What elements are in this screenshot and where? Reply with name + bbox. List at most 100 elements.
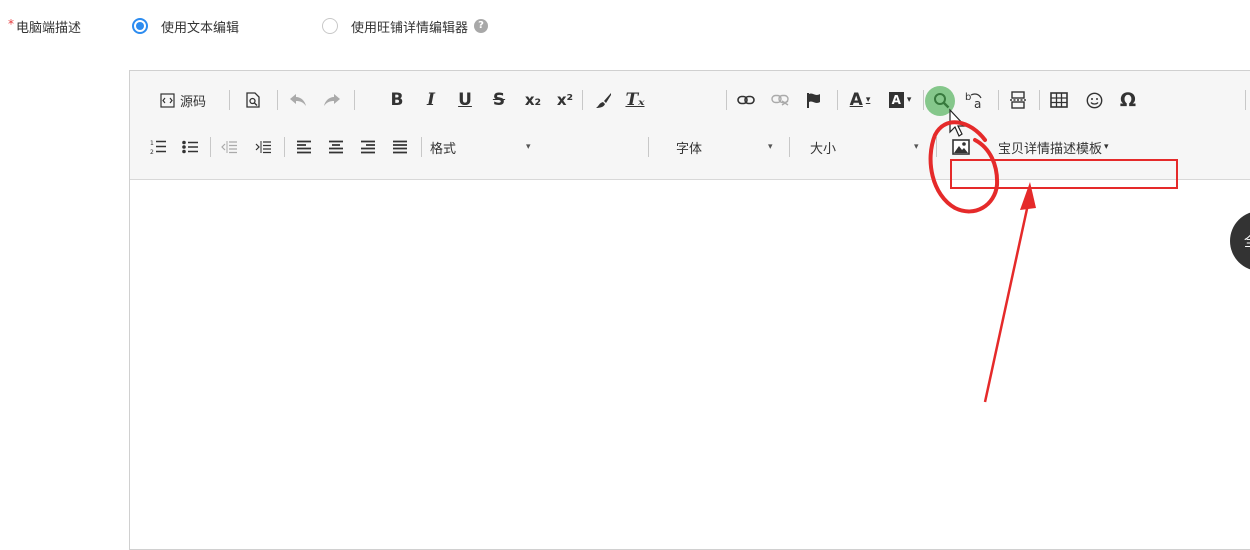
font-color-glyph: A <box>849 90 863 110</box>
field-label: 电脑端描述 <box>16 21 82 36</box>
underline-button[interactable]: U <box>454 85 476 115</box>
format-dropdown[interactable]: 格式 ▾ <box>430 132 544 162</box>
undo-button[interactable] <box>285 85 311 115</box>
radio-circle[interactable] <box>322 18 338 34</box>
anchor-button[interactable] <box>801 85 827 115</box>
subscript-button[interactable]: x₂ <box>520 85 546 115</box>
page-break-icon <box>1010 91 1026 109</box>
separator <box>229 90 230 110</box>
insert-image-button[interactable] <box>948 132 974 162</box>
background-color-button[interactable]: A ▾ <box>882 85 918 115</box>
outdent-icon <box>220 141 237 154</box>
font-color-button[interactable]: A ▾ <box>842 85 878 115</box>
bg-color-glyph: A <box>888 92 904 108</box>
description-field-row: * 电脑端描述 使用文本编辑 使用旺铺详情编辑器 ? <box>0 12 1250 38</box>
source-label: 源码 <box>179 94 206 110</box>
separator <box>936 137 937 157</box>
font-label: 字体 <box>676 141 703 157</box>
table-icon <box>1050 92 1068 108</box>
radio-store-editor[interactable]: 使用旺铺详情编辑器 ? <box>322 15 489 37</box>
undo-icon <box>290 94 306 106</box>
separator <box>354 90 355 110</box>
indent-button[interactable] <box>251 132 275 162</box>
radio-text-editor[interactable]: 使用文本编辑 <box>132 15 239 37</box>
svg-text:2: 2 <box>150 149 154 155</box>
chevron-down-icon: ▾ <box>914 142 919 152</box>
paint-brush-icon <box>595 92 611 108</box>
smiley-icon <box>1086 92 1102 108</box>
find-button[interactable] <box>928 85 954 115</box>
link-button[interactable] <box>733 85 759 115</box>
separator <box>837 90 838 110</box>
bold-button[interactable]: B <box>386 85 408 115</box>
separator <box>1039 90 1040 110</box>
template-label: 宝贝详情描述模板 <box>998 141 1103 157</box>
source-icon <box>160 92 175 108</box>
italic-button[interactable]: I <box>420 85 442 115</box>
preview-button[interactable] <box>241 85 265 115</box>
format-painter-button[interactable] <box>590 85 616 115</box>
unlink-button[interactable] <box>767 85 793 115</box>
separator <box>582 90 583 110</box>
page-break-button[interactable] <box>1005 85 1031 115</box>
unlink-icon <box>771 94 789 106</box>
replace-icon: ba <box>965 92 982 109</box>
ordered-list-button[interactable]: 12 <box>146 132 170 162</box>
indent-icon <box>255 141 271 154</box>
radio-label: 使用文本编辑 <box>161 20 240 36</box>
radio-label: 使用旺铺详情编辑器 <box>351 20 469 36</box>
image-icon <box>952 139 970 155</box>
chevron-down-icon: ▾ <box>865 95 871 105</box>
ordered-list-icon: 12 <box>150 140 166 155</box>
align-left-icon <box>297 140 311 154</box>
separator <box>421 137 422 157</box>
bullet-list-button[interactable] <box>178 132 202 162</box>
help-icon[interactable]: ? <box>474 19 489 33</box>
font-family-dropdown[interactable]: 字体 ▾ <box>676 132 774 162</box>
align-center-button[interactable] <box>324 132 348 162</box>
format-label: 格式 <box>430 141 457 157</box>
find-replace-button[interactable]: ba <box>960 85 990 115</box>
separator <box>998 90 999 110</box>
separator <box>789 137 790 157</box>
outdent-button[interactable] <box>217 132 241 162</box>
special-char-button[interactable]: Ω <box>1115 85 1141 115</box>
search-icon <box>933 92 949 108</box>
separator <box>277 90 278 110</box>
separator <box>1245 90 1246 110</box>
separator <box>210 137 211 157</box>
radio-circle-checked[interactable] <box>132 18 148 34</box>
align-right-button[interactable] <box>356 132 380 162</box>
template-dropdown[interactable]: 宝贝详情描述模板 ▾ <box>998 132 1158 162</box>
bullet-list-icon <box>181 140 198 154</box>
justify-button[interactable] <box>388 132 412 162</box>
link-icon <box>737 95 755 105</box>
table-button[interactable] <box>1045 85 1073 115</box>
separator <box>648 137 649 157</box>
size-label: 大小 <box>810 141 837 157</box>
fullscreen-badge[interactable]: 全 <box>1230 211 1250 271</box>
svg-text:b: b <box>965 92 971 103</box>
chevron-down-icon: ▾ <box>768 142 773 152</box>
svg-text:a: a <box>974 97 981 109</box>
remove-format-button[interactable]: Tₓ <box>622 85 648 115</box>
strikethrough-button[interactable]: S <box>488 85 510 115</box>
rich-text-editor: 源码 B I U S x₂ x² Tₓ A ▾ A ▾ b a Ω 1 2 格式… <box>129 70 1250 550</box>
chevron-down-icon: ▾ <box>906 95 912 105</box>
required-mark: * <box>8 17 14 31</box>
font-size-dropdown[interactable]: 大小 ▾ <box>810 132 920 162</box>
redo-button[interactable] <box>319 85 345 115</box>
chevron-down-icon: ▾ <box>526 142 531 152</box>
chevron-down-icon: ▾ <box>1104 142 1109 152</box>
toolbar-row-2: 12 格式 ▾ 字体 ▾ 大小 ▾ 宝贝详情描述模板 ▾ <box>130 132 1250 162</box>
separator <box>923 90 924 110</box>
justify-icon <box>393 140 407 154</box>
redo-icon <box>324 94 340 106</box>
emoji-button[interactable] <box>1081 85 1107 115</box>
separator <box>726 90 727 110</box>
svg-text:1: 1 <box>150 140 154 147</box>
superscript-button[interactable]: x² <box>552 85 578 115</box>
source-button[interactable]: 源码 <box>150 85 216 115</box>
align-left-button[interactable] <box>292 132 316 162</box>
separator <box>284 137 285 157</box>
